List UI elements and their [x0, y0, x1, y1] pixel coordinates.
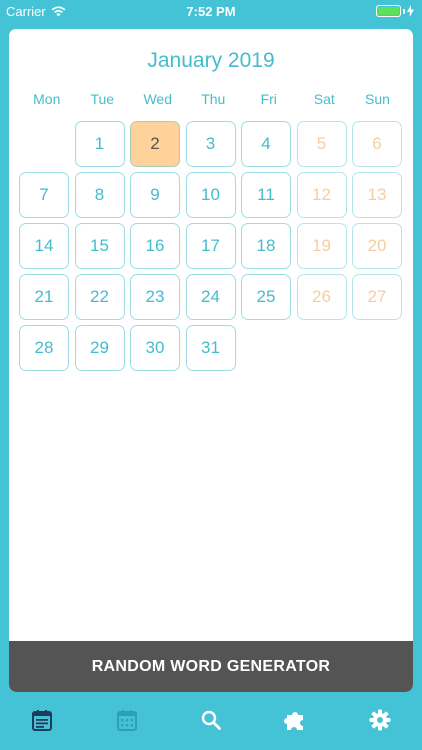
day-cell[interactable]: 26 — [296, 274, 347, 320]
notes-icon — [32, 709, 53, 731]
day-grid: 1 2 3 4 5 6 7 8 9 10 11 12 13 14 15 16 17 18 19 20 21 22 23 24 2… — [19, 121, 402, 371]
day-cell[interactable]: 4 — [241, 121, 291, 167]
day-cell[interactable]: 7 — [19, 172, 69, 218]
puzzle-icon — [284, 712, 304, 730]
battery-icon — [376, 5, 401, 17]
day-cell[interactable]: 23 — [130, 274, 180, 320]
day-cell[interactable]: 12 — [296, 172, 347, 218]
calendar-icon — [116, 709, 137, 731]
tab-puzzle[interactable] — [253, 700, 337, 740]
battery-indicator — [376, 5, 414, 17]
tab-settings[interactable] — [338, 700, 422, 740]
weekday-label: Wed — [143, 91, 173, 107]
day-cell[interactable]: 13 — [352, 172, 402, 218]
calendar-card: January 2019 Mon Tue Wed Thu Fri Sat Sun… — [9, 29, 413, 692]
day-cell[interactable]: 18 — [241, 223, 291, 269]
day-cell[interactable]: 9 — [130, 172, 180, 218]
charging-bolt-icon — [407, 5, 414, 17]
day-cell[interactable]: 15 — [74, 223, 125, 269]
day-cell[interactable]: 10 — [185, 172, 236, 218]
day-cell[interactable]: 14 — [19, 223, 69, 269]
day-cell[interactable]: 27 — [352, 274, 402, 320]
weekday-label: Sat — [313, 91, 335, 107]
day-cell[interactable]: 28 — [19, 325, 69, 371]
weekday-label: Fri — [260, 91, 277, 107]
weekday-label: Mon — [33, 91, 61, 107]
status-bar: Carrier 7:52 PM — [0, 0, 422, 22]
weekday-label: Tue — [90, 91, 115, 107]
day-cell[interactable]: 21 — [19, 274, 69, 320]
tab-search[interactable] — [169, 700, 253, 740]
day-cell[interactable]: 3 — [185, 121, 236, 167]
day-cell[interactable]: 16 — [130, 223, 180, 269]
day-cell[interactable]: 17 — [185, 223, 236, 269]
tab-calendar[interactable] — [85, 700, 169, 740]
day-cell[interactable]: 6 — [352, 121, 402, 167]
weekday-label: Sun — [365, 91, 390, 107]
day-cell[interactable]: 30 — [130, 325, 180, 371]
month-title: January 2019 — [147, 49, 275, 72]
clock: 7:52 PM — [186, 4, 236, 19]
day-cell[interactable]: 1 — [74, 121, 125, 167]
day-cell[interactable]: 25 — [241, 274, 291, 320]
gear-icon — [369, 709, 391, 731]
day-cell[interactable]: 29 — [74, 325, 125, 371]
day-cell[interactable]: 8 — [74, 172, 125, 218]
day-cell[interactable]: 24 — [185, 274, 236, 320]
search-icon — [201, 710, 221, 730]
weekday-label: Thu — [201, 91, 226, 107]
empty-day-slot — [19, 121, 69, 167]
day-cell[interactable]: 19 — [296, 223, 347, 269]
day-cell[interactable]: 22 — [74, 274, 125, 320]
random-word-generator-button[interactable]: RANDOM WORD GENERATOR — [9, 641, 413, 692]
day-cell[interactable]: 11 — [241, 172, 291, 218]
day-cell[interactable]: 20 — [352, 223, 402, 269]
tab-bar — [0, 700, 422, 740]
tab-notes[interactable] — [0, 700, 84, 740]
day-cell-selected[interactable]: 2 — [130, 121, 180, 167]
weekday-header: Mon Tue Wed Thu Fri Sat Sun — [19, 91, 403, 107]
day-cell[interactable]: 31 — [185, 325, 236, 371]
day-cell[interactable]: 5 — [296, 121, 347, 167]
